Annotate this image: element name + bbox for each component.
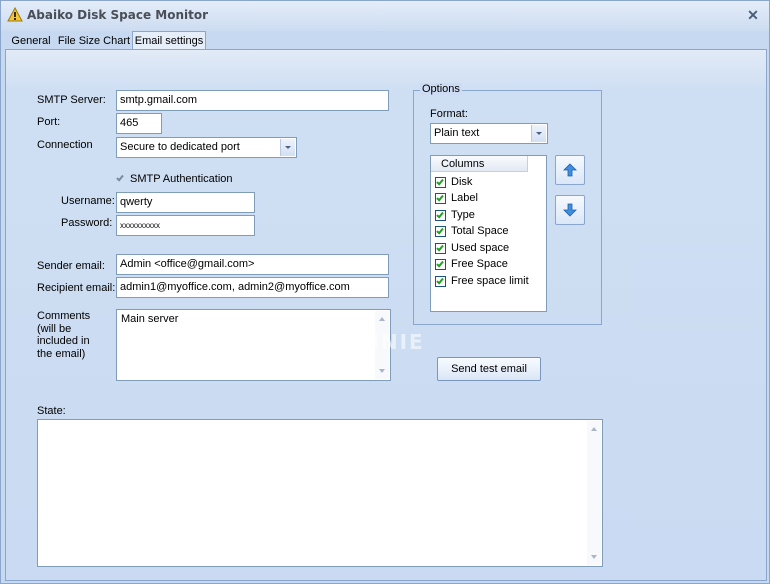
- connection-select[interactable]: Secure to dedicated port: [116, 137, 297, 158]
- arrow-down-icon: [563, 203, 577, 217]
- list-item[interactable]: Label: [431, 190, 541, 206]
- list-item[interactable]: Disk: [431, 174, 541, 190]
- column-label: Type: [451, 209, 475, 221]
- format-select[interactable]: Plain text: [430, 123, 548, 144]
- username-input[interactable]: qwerty: [116, 192, 255, 213]
- port-input[interactable]: 465: [116, 113, 162, 134]
- column-checkbox[interactable]: [435, 259, 446, 270]
- title-bar[interactable]: Abaiko Disk Space Monitor ✕: [1, 1, 769, 31]
- list-item[interactable]: Free space limit: [431, 273, 541, 289]
- list-item[interactable]: Used space: [431, 240, 541, 256]
- smtp-auth-label: SMTP Authentication: [130, 173, 233, 185]
- format-label: Format:: [430, 108, 468, 120]
- scroll-up-icon[interactable]: [587, 421, 601, 435]
- column-label: Label: [451, 192, 478, 204]
- send-test-email-button[interactable]: Send test email: [437, 357, 541, 381]
- list-item[interactable]: Type: [431, 207, 541, 223]
- scroll-down-icon[interactable]: [375, 365, 389, 379]
- comments-label-line: included in: [37, 335, 90, 347]
- scroll-up-icon[interactable]: [375, 311, 389, 325]
- connection-value: Secure to dedicated port: [120, 141, 240, 153]
- smtp-auth-checkbox[interactable]: [116, 173, 127, 185]
- column-checkbox[interactable]: [435, 226, 446, 237]
- column-checkbox[interactable]: [435, 243, 446, 254]
- close-icon[interactable]: ✕: [745, 7, 761, 23]
- warning-disk-icon: [7, 7, 23, 22]
- arrow-up-icon: [563, 163, 577, 177]
- column-label: Disk: [451, 176, 473, 188]
- port-label: Port:: [37, 116, 61, 128]
- column-label: Used space: [451, 242, 510, 254]
- smtp-server-label: SMTP Server:: [37, 94, 106, 106]
- columns-list[interactable]: Columns Disk Label Type Total Space Used…: [430, 155, 547, 312]
- move-down-button[interactable]: [555, 195, 585, 225]
- recipient-email-input[interactable]: admin1@myoffice.com, admin2@myoffice.com: [116, 277, 389, 298]
- list-item[interactable]: Free Space: [431, 256, 541, 272]
- comments-label-line: Comments: [37, 310, 91, 322]
- comments-scrollbar[interactable]: [375, 311, 389, 379]
- recipient-email-label: Recipient email:: [37, 282, 116, 294]
- column-checkbox[interactable]: [435, 177, 446, 188]
- sender-email-label: Sender email:: [37, 260, 105, 272]
- email-settings-panel: SMTP Server: smtp.gmail.com Port: 465 Co…: [5, 49, 767, 581]
- app-window: Abaiko Disk Space Monitor ✕ General File…: [0, 0, 770, 584]
- column-label: Free space limit: [451, 275, 529, 287]
- options-group-title: Options: [420, 83, 462, 95]
- move-up-button[interactable]: [555, 155, 585, 185]
- format-value: Plain text: [434, 127, 480, 139]
- columns-header[interactable]: Columns: [431, 156, 528, 172]
- scroll-down-icon[interactable]: [587, 551, 601, 565]
- comments-textarea[interactable]: Main server: [116, 309, 391, 381]
- state-textarea[interactable]: [37, 419, 603, 567]
- window-title: Abaiko Disk Space Monitor: [27, 8, 209, 22]
- username-label: Username:: [61, 195, 115, 207]
- tab-file-size-chart[interactable]: File Size Chart: [57, 33, 131, 49]
- column-checkbox[interactable]: [435, 276, 446, 287]
- comments-label: Comments (will be included in the email): [37, 310, 90, 360]
- connection-label: Connection: [37, 139, 93, 151]
- chevron-down-icon[interactable]: [280, 139, 295, 156]
- sender-email-input[interactable]: Admin <office@gmail.com>: [116, 254, 389, 275]
- chevron-down-icon[interactable]: [531, 125, 546, 142]
- smtp-server-input[interactable]: smtp.gmail.com: [116, 90, 389, 111]
- column-checkbox[interactable]: [435, 210, 446, 221]
- comments-label-line: the email): [37, 347, 86, 360]
- column-label: Free Space: [451, 258, 508, 270]
- comments-text: Main server: [121, 313, 179, 325]
- column-checkbox[interactable]: [435, 193, 446, 204]
- list-item[interactable]: Total Space: [431, 223, 541, 239]
- password-input[interactable]: xxxxxxxxxx: [116, 215, 255, 236]
- options-group: Options Format: Plain text Columns Disk …: [413, 83, 602, 325]
- state-scrollbar[interactable]: [587, 421, 601, 565]
- tab-email-settings[interactable]: Email settings: [132, 31, 206, 50]
- comments-label-line: (will be: [37, 322, 72, 335]
- column-label: Total Space: [451, 225, 509, 237]
- state-label: State:: [37, 405, 66, 417]
- tab-general[interactable]: General: [7, 33, 55, 49]
- password-label: Password:: [61, 217, 113, 229]
